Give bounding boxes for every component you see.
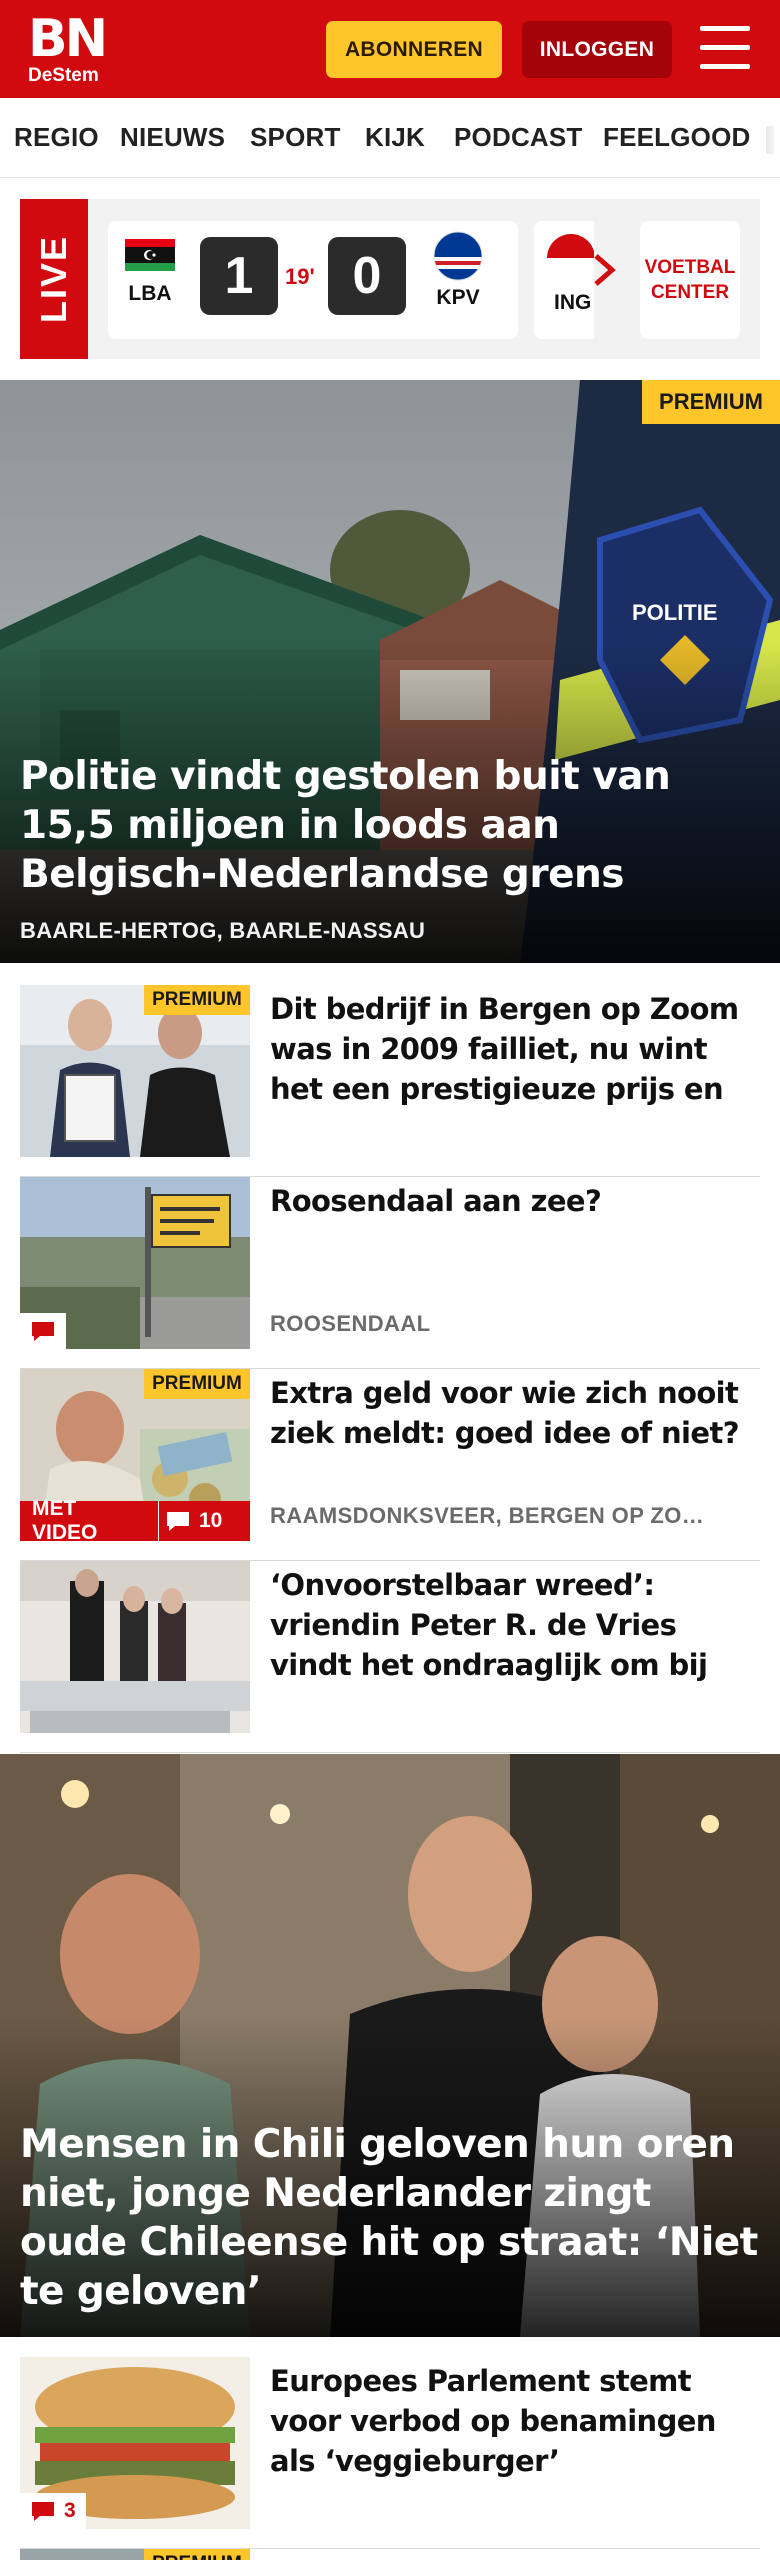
nav-item-regio[interactable]: REGIO bbox=[14, 122, 99, 153]
voetbal-center-link[interactable]: VOETBAL CENTER bbox=[640, 221, 740, 339]
team-home-code: LBA bbox=[128, 282, 172, 305]
comment-count: 10 bbox=[199, 1509, 223, 1532]
comment-icon bbox=[167, 1512, 189, 1531]
nav-fade bbox=[750, 98, 780, 177]
cape-verde-flag-icon bbox=[433, 231, 483, 281]
comment-icon bbox=[32, 1322, 54, 1341]
premium-badge: PREMIUM bbox=[144, 1369, 250, 1399]
away-score: 0 bbox=[328, 237, 406, 315]
chevron-right-icon[interactable] bbox=[590, 244, 620, 304]
feature-article[interactable]: Mensen in Chili geloven hun oren niet, j… bbox=[0, 1754, 780, 2337]
list-item[interactable]: ‘Onvoorstelbaar wreed’: vriendin Peter R… bbox=[20, 1561, 760, 1753]
match-minute: 19' bbox=[285, 264, 315, 289]
libya-flag-icon bbox=[125, 239, 175, 271]
article-title[interactable]: ‘Onvoorstelbaar wreed’: vriendin Peter R… bbox=[270, 1565, 760, 1685]
list-item[interactable]: PREMIUM MET VIDEO 10 Extra geld voor wie… bbox=[20, 1369, 760, 1561]
team-home: LBA bbox=[120, 239, 180, 306]
article-thumbnail bbox=[20, 1561, 250, 1733]
site-logo[interactable]: BN DeStem bbox=[28, 9, 114, 86]
next-match-code: ING bbox=[554, 291, 592, 314]
site-header: BN DeStem ABONNEREN INLOGGEN bbox=[0, 0, 780, 98]
article-thumbnail: PREMIUM bbox=[20, 985, 250, 1157]
nav-item-sport[interactable]: SPORT bbox=[250, 122, 341, 153]
voetbal-center-line1: VOETBAL bbox=[644, 257, 736, 278]
article-thumbnail bbox=[20, 1177, 250, 1349]
article-title[interactable]: Extra geld voor wie zich nooit ziek meld… bbox=[270, 1373, 760, 1453]
list-item[interactable]: Roosendaal aan zee? ROOSENDAAL bbox=[20, 1177, 760, 1369]
section-nav: REGIO NIEUWS SPORT KIJK PODCAST FEELGOOD bbox=[0, 98, 780, 178]
comment-icon bbox=[32, 2502, 54, 2521]
video-badge: MET VIDEO bbox=[20, 1497, 158, 1541]
list-item[interactable]: 3 Europees Parlement stemt voor verbod o… bbox=[20, 2357, 760, 2549]
flag-icon bbox=[547, 234, 594, 282]
feature-title[interactable]: Mensen in Chili geloven hun oren niet, j… bbox=[20, 2120, 770, 2316]
nav-item-kijk[interactable]: KIJK bbox=[365, 122, 425, 153]
login-button[interactable]: INLOGGEN bbox=[522, 21, 672, 78]
comment-indicator bbox=[20, 1313, 66, 1349]
nav-item-podcast[interactable]: PODCAST bbox=[454, 122, 583, 153]
hero-article[interactable]: POLITIE PREMIUM Politie vindt gestolen b… bbox=[0, 380, 780, 963]
article-title[interactable]: Europees Parlement stemt voor verbod op … bbox=[270, 2361, 760, 2481]
premium-badge: PREMIUM bbox=[642, 380, 780, 424]
team-away-code: KPV bbox=[436, 286, 480, 309]
article-thumbnail: PREMIUM MET VIDEO 10 bbox=[20, 1369, 250, 1541]
comment-indicator: 10 bbox=[158, 1501, 250, 1541]
logo-sub: DeStem bbox=[28, 65, 99, 86]
list-item[interactable]: PREMIUM Dit bedrijf in Bergen op Zoom wa… bbox=[20, 985, 760, 1177]
live-label: LIVE bbox=[20, 199, 88, 359]
article-location: ROOSENDAAL bbox=[270, 1311, 431, 1336]
comment-count: 3 bbox=[64, 2499, 76, 2522]
premium-badge: PREMIUM bbox=[144, 2549, 250, 2560]
hamburger-menu-icon[interactable] bbox=[700, 26, 752, 72]
nav-item-nieuws[interactable]: NIEUWS bbox=[120, 122, 225, 153]
live-scores-strip: LIVE LBA 1 19' 0 KPV ING VOETBAL CENTER bbox=[20, 199, 760, 359]
premium-badge: PREMIUM bbox=[144, 985, 250, 1015]
article-title[interactable]: Roosendaal aan zee? bbox=[270, 1181, 760, 1221]
article-location: RAAMSDONKSVEER, BERGEN OP ZO… bbox=[270, 1503, 705, 1528]
nav-item-feelgood[interactable]: FEELGOOD bbox=[603, 122, 751, 153]
voetbal-center-line2: CENTER bbox=[650, 282, 730, 303]
live-match-card[interactable]: LBA 1 19' 0 KPV bbox=[108, 221, 518, 339]
hero-title[interactable]: Politie vindt gestolen buit van 15,5 mil… bbox=[20, 752, 760, 899]
next-match-card[interactable]: ING bbox=[534, 221, 594, 339]
list-item-partial[interactable]: PREMIUM bbox=[20, 2549, 760, 2560]
article-thumbnail: 3 bbox=[20, 2357, 250, 2529]
hero-location: BAARLE-HERTOG, BAARLE-NASSAU bbox=[20, 918, 426, 943]
subscribe-button[interactable]: ABONNEREN bbox=[326, 21, 502, 78]
comment-indicator: 3 bbox=[20, 2493, 86, 2529]
home-score: 1 bbox=[200, 237, 278, 315]
logo-main: BN bbox=[28, 9, 108, 69]
team-away: KPV bbox=[428, 231, 488, 310]
article-title[interactable]: Dit bedrijf in Bergen op Zoom was in 200… bbox=[270, 989, 760, 1109]
